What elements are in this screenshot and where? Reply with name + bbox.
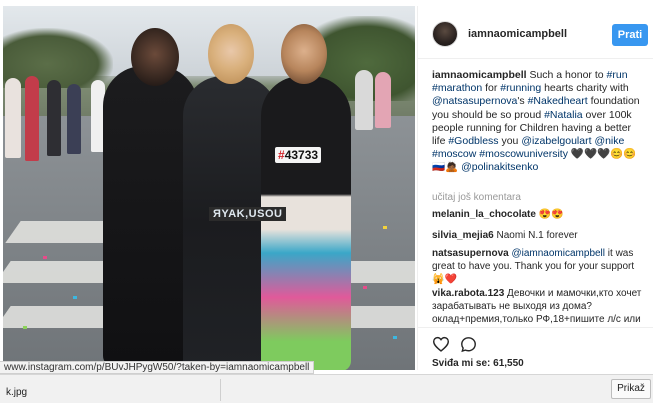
person-right-head: [281, 24, 327, 84]
comment-username[interactable]: natsasupernova: [432, 248, 509, 259]
comment-text: Naomi N.1 forever: [493, 230, 578, 241]
post-header: iamnaomicampbell Prati: [418, 6, 653, 59]
confetti: [383, 226, 387, 229]
status-url: www.instagram.com/p/BUvJHPygW50/?taken-b…: [0, 361, 315, 374]
photo-trees-left: [3, 28, 113, 88]
background-runner: [25, 76, 39, 161]
caption-link[interactable]: #moscow: [432, 148, 476, 160]
comment-username[interactable]: vika.rabota.123: [432, 288, 504, 299]
likes-count: Sviđa mi se: 61,550: [432, 358, 524, 369]
caption-fragment: Such a honor to: [526, 69, 607, 81]
confetti: [73, 296, 77, 299]
comment-text: 😍😍: [535, 209, 564, 220]
caption-link[interactable]: @nike: [594, 135, 624, 147]
likes-label: Sviđa mi se:: [432, 358, 491, 369]
caption-link[interactable]: #moscowuniversity: [479, 148, 568, 160]
download-bar: k.jpg Prikaž: [0, 374, 653, 403]
caption-fragment: for: [482, 82, 501, 95]
post-photo[interactable]: #43733 ЯYAK,USOU: [3, 6, 415, 370]
caption-link[interactable]: @polinakitsenko: [461, 161, 538, 173]
background-runner: [355, 70, 373, 130]
caption-fragment: 's: [517, 95, 528, 108]
post-actions: Sviđa mi se: 61,550: [418, 327, 653, 370]
comment-item: silvia_mejia6 Naomi N.1 forever: [432, 229, 644, 242]
caption-link[interactable]: #Nakedheart: [528, 95, 588, 107]
caption-link[interactable]: #marathon: [432, 82, 482, 94]
caption-link[interactable]: #Natalia: [544, 109, 583, 121]
background-runner: [67, 84, 81, 154]
background-runner: [5, 78, 21, 158]
person-right: [261, 76, 351, 370]
comment-username[interactable]: melanin_la_chocolate: [432, 209, 536, 220]
instagram-post-viewer: #43733 ЯYAK,USOU www.instagram.com/p/BUv…: [0, 0, 653, 403]
confetti: [363, 286, 367, 289]
caption-link[interactable]: #Godbless: [448, 135, 498, 147]
race-bib: #43733: [275, 147, 322, 163]
caption-link[interactable]: @izabelgoulart: [521, 135, 591, 147]
download-filename[interactable]: k.jpg: [6, 387, 27, 398]
post-username[interactable]: iamnaomicampbell: [468, 28, 567, 40]
heart-icon[interactable]: [432, 336, 450, 352]
comment-item: melanin_la_chocolate 😍😍: [432, 208, 644, 221]
confetti: [393, 336, 397, 339]
follow-button[interactable]: Prati: [612, 24, 648, 46]
caption-fragment: hearts charity with: [541, 82, 629, 95]
caption-fragment: you: [498, 135, 522, 148]
person-center-head: [208, 24, 254, 84]
confetti: [43, 256, 47, 259]
caption-username[interactable]: iamnaomicampbell: [432, 69, 527, 81]
background-runner: [47, 80, 61, 156]
comments-list: melanin_la_chocolate 😍😍 silvia_mejia6 Nao…: [418, 202, 653, 326]
post-caption: iamnaomicampbell Such a honor to #run #m…: [432, 69, 644, 175]
avatar[interactable]: [432, 21, 458, 47]
comment-username[interactable]: silvia_mejia6: [432, 230, 494, 241]
caption-link[interactable]: #run: [607, 69, 628, 81]
waistband-text: ЯYAK,USOU: [209, 207, 287, 221]
comment-mention[interactable]: @iamnaomicampbell: [511, 248, 605, 259]
show-all-downloads-button[interactable]: Prikaž: [611, 379, 651, 399]
bib-number: 43733: [284, 148, 319, 162]
post-side-panel: iamnaomicampbell Prati iamnaomicampbell …: [417, 6, 653, 370]
comment-icon[interactable]: [460, 336, 477, 353]
caption-link[interactable]: @natsasupernova: [432, 95, 517, 107]
person-left-head: [131, 28, 179, 86]
caption-text: Such a honor to #run #marathon for #runn…: [432, 69, 640, 173]
comment-item: natsasupernova @iamnaomicampbell it was …: [432, 247, 644, 286]
caption-link[interactable]: #running: [500, 82, 541, 94]
background-runner: [375, 72, 391, 128]
download-divider: [220, 379, 221, 401]
comment-item: vika.rabota.123 Девочки и мамочки,кто хо…: [432, 287, 644, 326]
likes-value: 61,550: [493, 358, 524, 369]
confetti: [23, 326, 27, 329]
